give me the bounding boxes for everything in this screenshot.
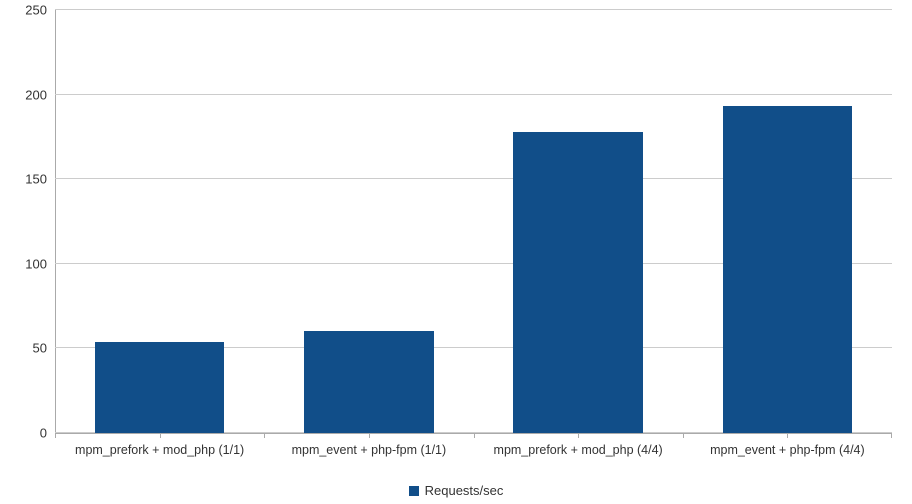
y-tick-label: 50 — [33, 341, 47, 356]
y-tick-label: 0 — [40, 426, 47, 441]
bar — [723, 106, 853, 433]
bar — [304, 331, 434, 433]
y-tick-label: 200 — [25, 87, 47, 102]
plot-area: 0 50 100 150 200 250 mpm_prefork + mod_p… — [55, 10, 892, 434]
x-tick — [578, 433, 579, 438]
x-category-label: mpm_event + php-fpm (1/1) — [292, 443, 447, 457]
x-sep — [474, 433, 475, 438]
bar-slot: mpm_event + php-fpm (1/1) — [264, 10, 473, 433]
bar — [95, 342, 225, 433]
x-tick — [160, 433, 161, 438]
bar-slot: mpm_event + php-fpm (4/4) — [683, 10, 892, 433]
chart-container: 0 50 100 150 200 250 mpm_prefork + mod_p… — [0, 0, 912, 504]
x-sep — [891, 433, 892, 438]
bar — [513, 132, 643, 433]
y-tick-label: 150 — [25, 172, 47, 187]
y-tick-label: 250 — [25, 3, 47, 18]
bar-slot: mpm_prefork + mod_php (4/4) — [474, 10, 683, 433]
x-category-label: mpm_event + php-fpm (4/4) — [710, 443, 865, 457]
legend: Requests/sec — [0, 483, 912, 498]
x-category-label: mpm_prefork + mod_php (1/1) — [75, 443, 244, 457]
bar-slot: mpm_prefork + mod_php (1/1) — [55, 10, 264, 433]
x-sep — [264, 433, 265, 438]
x-category-label: mpm_prefork + mod_php (4/4) — [494, 443, 663, 457]
legend-swatch — [409, 486, 419, 496]
bars-row: mpm_prefork + mod_php (1/1) mpm_event + … — [55, 10, 892, 433]
y-tick-label: 100 — [25, 256, 47, 271]
legend-label: Requests/sec — [425, 483, 504, 498]
x-tick — [787, 433, 788, 438]
x-tick — [369, 433, 370, 438]
x-sep — [683, 433, 684, 438]
x-sep — [55, 433, 56, 438]
